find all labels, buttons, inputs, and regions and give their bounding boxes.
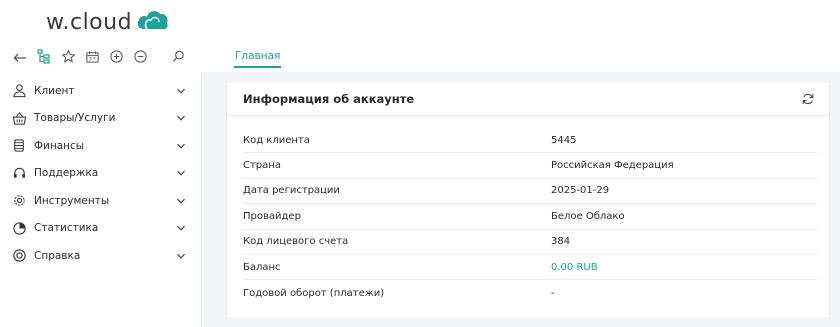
- refresh-icon[interactable]: [799, 90, 817, 108]
- sidebar-item-products[interactable]: Товары/Услуги: [0, 105, 201, 133]
- sidebar-item-support[interactable]: Поддержка: [0, 160, 201, 188]
- star-icon[interactable]: [56, 44, 80, 68]
- user-icon: [10, 82, 28, 100]
- sidebar-item-finance[interactable]: Финансы: [0, 132, 201, 160]
- table-row: Дата регистрации 2025-01-29: [243, 179, 817, 205]
- coins-icon: [10, 137, 28, 155]
- toolbar: [8, 44, 190, 68]
- card-title: Информация об аккаунте: [243, 91, 415, 106]
- chevron-down-icon: [175, 195, 187, 207]
- row-value: -: [551, 287, 555, 299]
- row-key: Дата регистрации: [243, 185, 340, 197]
- row-key: Годовой оборот (платежи): [243, 287, 385, 299]
- sidebar-item-label: Поддержка: [34, 167, 99, 180]
- table-row: Баланс 0.00 RUB: [243, 255, 817, 281]
- row-value: Белое Облако: [551, 210, 625, 222]
- cloud-logo-icon: [134, 7, 170, 37]
- row-key: Провайдер: [243, 210, 301, 222]
- row-value: 2025-01-29: [551, 185, 610, 197]
- sidebar-item-label: Финансы: [34, 139, 85, 152]
- plus-circle-icon[interactable]: [104, 44, 128, 68]
- sidebar-item-label: Справка: [34, 249, 81, 262]
- sidebar-item-statistics[interactable]: Статистика: [0, 215, 201, 243]
- row-value: Российская Федерация: [551, 160, 674, 172]
- card-header: Информация об аккаунте: [227, 82, 829, 116]
- chevron-down-icon: [175, 250, 187, 262]
- row-value: 5445: [551, 134, 577, 146]
- sidebar-item-label: Инструменты: [34, 194, 110, 207]
- sidebar: Клиент Товары/Услуги Финансы Поддержка И…: [0, 72, 202, 327]
- row-key: Баланс: [243, 261, 281, 273]
- sidebar-item-label: Статистика: [34, 222, 99, 235]
- basket-icon: [10, 109, 28, 127]
- table-row: Код лицевого счета 384: [243, 230, 817, 255]
- sidebar-item-client[interactable]: Клиент: [0, 77, 201, 105]
- sidebar-item-label: Клиент: [34, 84, 75, 97]
- row-key: Код лицевого счета: [243, 236, 349, 248]
- chevron-down-icon: [175, 222, 187, 234]
- headset-icon: [10, 164, 28, 182]
- table-row: Код клиента 5445: [243, 128, 817, 154]
- tab-main[interactable]: Главная: [234, 44, 282, 68]
- chevron-down-icon: [175, 112, 187, 124]
- logo-text: w.cloud: [46, 9, 133, 35]
- chevron-down-icon: [175, 167, 187, 179]
- logo[interactable]: w.cloud: [46, 6, 170, 38]
- tab-bar: Главная: [234, 44, 282, 72]
- sidebar-item-label: Товары/Услуги: [34, 112, 116, 125]
- table-row: Годовой оборот (платежи) -: [243, 280, 817, 305]
- top-bar: w.cloud Главная: [0, 0, 840, 72]
- table-row: Страна Российская Федерация: [243, 153, 817, 179]
- row-value: 384: [551, 236, 571, 248]
- account-info-table: Код клиента 5445 Страна Российская Федер…: [243, 128, 817, 306]
- lifebuoy-icon: [10, 247, 28, 265]
- minus-circle-icon[interactable]: [128, 44, 152, 68]
- back-arrow-icon[interactable]: [8, 44, 32, 68]
- calendar-icon[interactable]: [80, 44, 104, 68]
- chevron-down-icon: [175, 140, 187, 152]
- sidebar-item-tools[interactable]: Инструменты: [0, 187, 201, 215]
- pie-chart-icon: [10, 219, 28, 237]
- balance-link[interactable]: 0.00 RUB: [551, 262, 598, 273]
- search-icon[interactable]: [166, 44, 190, 68]
- gear-icon: [10, 192, 28, 210]
- row-key: Страна: [243, 160, 281, 172]
- table-row: Провайдер Белое Облако: [243, 204, 817, 230]
- chevron-down-icon: [175, 85, 187, 97]
- tree-structure-icon[interactable]: [32, 44, 56, 68]
- row-key: Код клиента: [243, 134, 310, 146]
- sidebar-item-help[interactable]: Справка: [0, 242, 201, 270]
- account-info-card: Информация об аккаунте Код клиента 5445 …: [226, 81, 830, 319]
